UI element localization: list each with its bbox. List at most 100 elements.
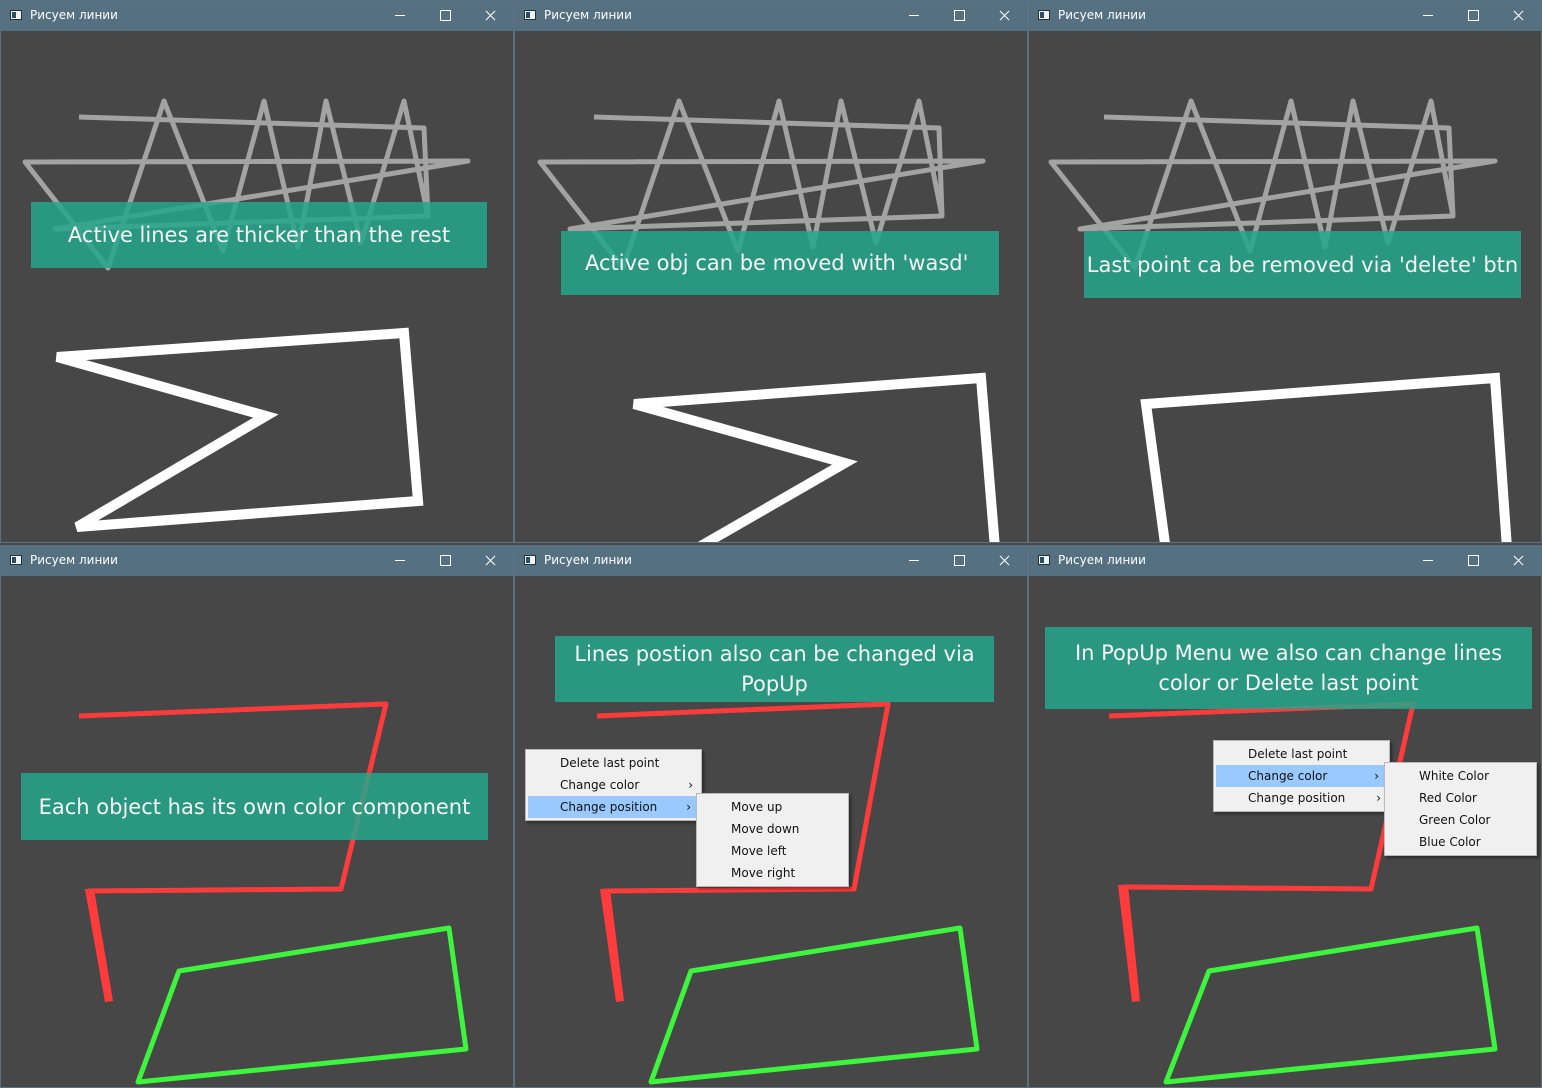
white-active-line [632,372,1000,542]
menu-item-label: Red Color [1419,791,1477,805]
menu-item-green-color[interactable]: Green Color [1385,809,1536,831]
menu-item-label: Move left [731,844,787,858]
title-bar[interactable]: Рисуем линии [515,546,1027,576]
green-line [648,925,980,1085]
caption-banner: Last point ca be removed via 'delete' bt… [1084,231,1521,298]
drawing-canvas[interactable]: Lines postion also can be changed via Po… [515,576,1027,1087]
green-line [1163,925,1498,1085]
minimize-button[interactable] [1406,546,1451,576]
maximize-button[interactable] [937,546,982,576]
title-bar[interactable]: Рисуем линии [1,1,513,31]
maximize-button[interactable] [937,1,982,31]
red-thick-segment [1118,885,1140,1002]
white-active-line [55,327,424,532]
close-button[interactable] [468,546,513,576]
window-title: Рисуем линии [1058,8,1146,22]
chevron-right-icon: › [1376,791,1381,805]
menu-item-label: Change color [1248,769,1328,783]
chevron-right-icon: › [688,778,693,792]
menu-item-change-color[interactable]: Change color › [526,774,701,796]
app-icon [10,10,22,20]
minimize-button[interactable] [378,1,423,31]
window-title: Рисуем линии [1058,553,1146,567]
minimize-button[interactable] [892,1,937,31]
caption-banner: Active obj can be moved with 'wasd' [561,231,999,295]
menu-item-label: Move right [731,866,796,880]
white-active-line [1140,372,1512,542]
menu-item-label: Change color [560,778,640,792]
menu-item-delete-last-point[interactable]: Delete last point [526,752,701,774]
window-2: Рисуем линии Active obj can be moved wit… [514,0,1028,543]
drawing-canvas[interactable]: Last point ca be removed via 'delete' bt… [1029,31,1541,542]
chevron-right-icon: › [1374,769,1379,783]
drawing-canvas[interactable]: Active lines are thicker than the rest [1,31,513,542]
menu-item-white-color[interactable]: White Color [1385,765,1536,787]
caption-banner: Lines postion also can be changed via Po… [555,636,994,702]
app-icon [1038,10,1050,20]
menu-item-move-right[interactable]: Move right [697,862,848,884]
menu-item-label: White Color [1419,769,1490,783]
close-button[interactable] [982,546,1027,576]
caption-banner: Active lines are thicker than the rest [31,202,487,268]
close-button[interactable] [1496,546,1541,576]
menu-item-move-left[interactable]: Move left [697,840,848,862]
maximize-button[interactable] [1451,546,1496,576]
menu-item-label: Delete last point [560,756,660,770]
window-title: Рисуем линии [544,8,632,22]
color-submenu: White Color Red Color Green Color Blue C… [1384,762,1537,856]
title-bar[interactable]: Рисуем линии [1029,546,1541,576]
close-button[interactable] [982,1,1027,31]
red-thick-segment [600,889,624,1002]
popup-menu: Delete last point Change color › Change p… [525,749,702,821]
window-1: Рисуем линии Active lines are thicker th… [0,0,514,543]
title-bar[interactable]: Рисуем линии [515,1,1027,31]
menu-item-label: Move down [731,822,800,836]
menu-item-label: Change position [560,800,658,814]
menu-item-move-down[interactable]: Move down [697,818,848,840]
maximize-button[interactable] [423,546,468,576]
maximize-button[interactable] [423,1,468,31]
app-icon [1038,555,1050,565]
close-button[interactable] [1496,1,1541,31]
menu-item-blue-color[interactable]: Blue Color [1385,831,1536,853]
caption-banner: Each object has its own color component [21,773,488,840]
menu-item-move-up[interactable]: Move up [697,796,848,818]
maximize-button[interactable] [1451,1,1496,31]
window-4: Рисуем линии Each object has its own col… [0,545,514,1088]
app-icon [524,10,536,20]
drawing-canvas[interactable]: Each object has its own color component [1,576,513,1087]
drawing-canvas[interactable]: Active obj can be moved with 'wasd' [515,31,1027,542]
close-button[interactable] [468,1,513,31]
menu-item-label: Change position [1248,791,1346,805]
drawing-surface [22,98,471,532]
menu-item-change-position[interactable]: Change position › [1214,787,1389,809]
menu-item-red-color[interactable]: Red Color [1385,787,1536,809]
window-5: Рисуем линии Lines postion also can be c… [514,545,1028,1088]
window-title: Рисуем линии [30,8,118,22]
minimize-button[interactable] [378,546,423,576]
menu-item-label: Move up [731,800,783,814]
red-thick-segment [85,889,113,1002]
caption-banner: In PopUp Menu we also can change lines c… [1045,627,1532,709]
title-bar[interactable]: Рисуем линии [1029,1,1541,31]
app-icon [524,555,536,565]
window-title: Рисуем линии [30,553,118,567]
green-line [135,925,469,1085]
menu-item-change-position[interactable]: Change position › [528,796,699,818]
window-6: Рисуем линии In PopUp Menu we also can c… [1028,545,1542,1088]
popup-menu: Delete last point Change color › Change p… [1213,740,1390,812]
window-title: Рисуем линии [544,553,632,567]
minimize-button[interactable] [1406,1,1451,31]
menu-item-label: Blue Color [1419,835,1481,849]
drawing-canvas[interactable]: In PopUp Menu we also can change lines c… [1029,576,1541,1087]
title-bar[interactable]: Рисуем линии [1,546,513,576]
position-submenu: Move up Move down Move left Move right [696,793,849,887]
app-icon [10,555,22,565]
menu-item-change-color[interactable]: Change color › [1216,765,1387,787]
menu-item-delete-last-point[interactable]: Delete last point [1214,743,1389,765]
minimize-button[interactable] [892,546,937,576]
menu-item-label: Delete last point [1248,747,1348,761]
menu-item-label: Green Color [1419,813,1491,827]
window-3: Рисуем линии Last point ca be removed vi… [1028,0,1542,543]
chevron-right-icon: › [686,800,691,814]
